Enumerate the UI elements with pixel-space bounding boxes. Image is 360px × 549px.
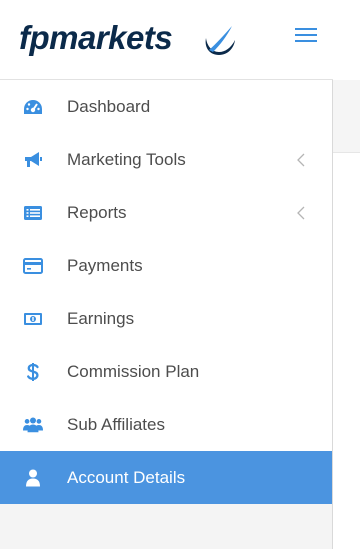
sidebar-item-dashboard[interactable]: Dashboard xyxy=(0,80,332,133)
sidebar-item-account-details[interactable]: Account Details xyxy=(0,451,332,504)
user-icon xyxy=(23,468,43,488)
money-icon xyxy=(23,309,43,329)
dashboard-gauge-icon xyxy=(23,97,43,117)
sidebar-item-reports[interactable]: Reports xyxy=(0,186,332,239)
content-header xyxy=(333,0,360,81)
dollar-icon xyxy=(23,362,43,382)
sidebar-item-label: Marketing Tools xyxy=(67,149,186,169)
fp-swoosh-icon xyxy=(205,26,235,55)
credit-card-icon xyxy=(23,256,43,276)
sidebar-empty-area xyxy=(0,505,332,549)
logo-text[interactable]: fpmarkets xyxy=(19,18,173,58)
sidebar-item-label: Account Details xyxy=(67,467,186,487)
sidebar-item-marketing-tools[interactable]: Marketing Tools xyxy=(0,133,332,186)
sidebar-item-label: Earnings xyxy=(67,308,135,328)
sidebar-item-label: Reports xyxy=(67,202,127,222)
sidebar-item-label: Dashboard xyxy=(67,96,151,116)
sidebar-item-commission-plan[interactable]: Commission Plan xyxy=(0,345,332,398)
chevron-left-icon xyxy=(297,153,305,166)
sidebar: fpmarkets Dashboard Marketing Tools Repo… xyxy=(0,0,333,549)
megaphone-icon xyxy=(23,150,43,170)
hamburger-icon[interactable] xyxy=(295,28,317,46)
sidebar-item-earnings[interactable]: Earnings xyxy=(0,292,332,345)
sidebar-item-label: Payments xyxy=(67,255,143,275)
chevron-left-icon xyxy=(297,206,305,219)
page: fpmarkets Dashboard Marketing Tools Repo… xyxy=(0,0,360,549)
brand-header: fpmarkets xyxy=(0,0,333,80)
sidebar-item-label: Sub Affiliates xyxy=(67,414,165,434)
users-icon xyxy=(23,415,43,435)
list-report-icon xyxy=(23,203,43,223)
content-page-header xyxy=(333,80,360,153)
sidebar-menu: Dashboard Marketing Tools Reports Paymen… xyxy=(0,80,332,504)
sidebar-item-sub-affiliates[interactable]: Sub Affiliates xyxy=(0,398,332,451)
sidebar-item-payments[interactable]: Payments xyxy=(0,239,332,292)
sidebar-item-label: Commission Plan xyxy=(67,361,200,381)
